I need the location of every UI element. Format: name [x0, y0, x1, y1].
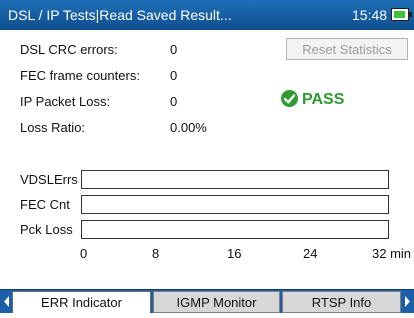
scroll-left-arrow-icon[interactable]: [2, 290, 11, 313]
tab-bar: ERR Indicator IGMP Monitor RTSP Info: [0, 289, 414, 313]
scroll-right-arrow-icon[interactable]: [403, 290, 412, 313]
axis-tick: 0: [80, 246, 88, 261]
row-label-pck-loss: Pck Loss: [20, 222, 73, 237]
loss-ratio-label: Loss Ratio:: [20, 120, 86, 135]
tab-err-indicator[interactable]: ERR Indicator: [12, 291, 151, 313]
battery-icon: [391, 8, 412, 21]
axis-tick: 32 min: [372, 246, 412, 261]
axis-tick: 24: [303, 246, 318, 261]
tab-igmp-monitor[interactable]: IGMP Monitor: [153, 291, 280, 313]
axis-tick: 16: [227, 246, 242, 261]
pck-loss-timeline-bar: [81, 220, 389, 239]
clock: 15:48: [352, 7, 388, 23]
check-circle-icon: [281, 90, 298, 107]
ip-packet-loss-label: IP Packet Loss:: [20, 94, 111, 109]
window-title: DSL / IP Tests|Read Saved Result...: [8, 7, 232, 23]
tab-rtsp-info[interactable]: RTSP Info: [282, 291, 401, 313]
fec-frame-counters-label: FEC frame counters:: [20, 68, 140, 83]
pass-status-label: PASS: [302, 91, 345, 108]
ip-packet-loss-value: 0: [170, 94, 178, 109]
title-bar: DSL / IP Tests|Read Saved Result... 15:4…: [0, 0, 414, 30]
dsl-crc-errors-value: 0: [170, 42, 178, 57]
reset-statistics-button[interactable]: Reset Statistics: [286, 38, 408, 60]
row-label-vdslerrs: VDSLErrs: [20, 172, 78, 187]
row-label-fec-cnt: FEC Cnt: [20, 197, 70, 212]
vdslerrs-timeline-bar: [81, 170, 389, 189]
dsl-crc-errors-label: DSL CRC errors:: [20, 42, 118, 57]
pass-status: PASS: [281, 90, 344, 109]
loss-ratio-value: 0.00%: [170, 120, 207, 135]
fec-frame-counters-value: 0: [170, 68, 178, 83]
fec-cnt-timeline-bar: [81, 195, 389, 214]
axis-tick: 8: [152, 246, 160, 261]
